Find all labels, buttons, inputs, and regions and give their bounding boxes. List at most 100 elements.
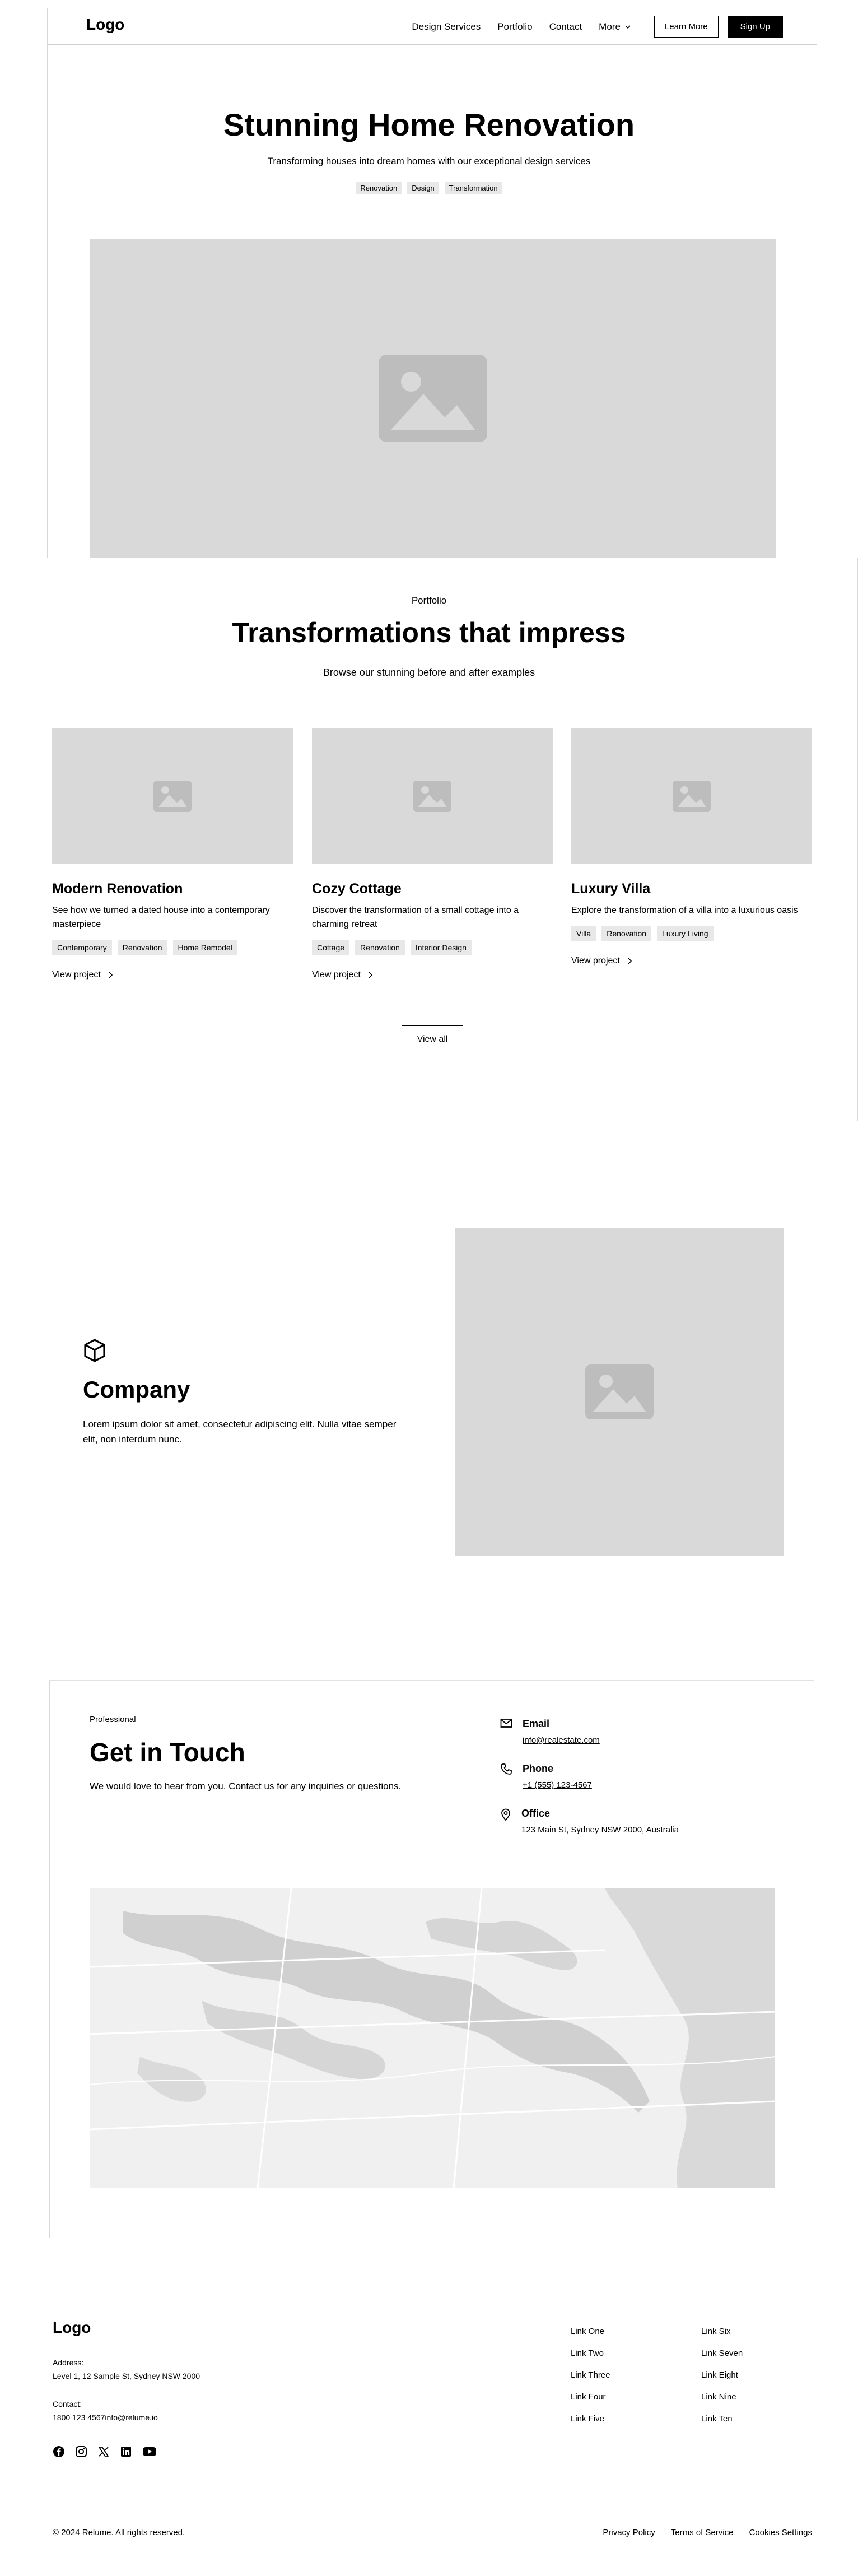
contact-title: Get in Touch — [90, 1738, 245, 1767]
footer-link[interactable]: Link Five — [571, 2414, 610, 2424]
location-map[interactable] — [90, 1888, 775, 2188]
instagram-icon[interactable] — [75, 2445, 87, 2458]
view-project-label: View project — [312, 969, 361, 980]
view-project-link[interactable]: View project — [52, 970, 293, 980]
sign-up-button[interactable]: Sign Up — [727, 16, 783, 38]
footer-link[interactable]: Link One — [571, 2327, 610, 2336]
footer-link[interactable]: Link Eight — [701, 2370, 743, 2380]
hero-tag: Design — [407, 182, 439, 194]
cookies-settings-link[interactable]: Cookies Settings — [749, 2528, 812, 2537]
terms-of-service-link[interactable]: Terms of Service — [671, 2528, 734, 2537]
nav-logo[interactable]: Logo — [86, 16, 124, 34]
project-tag: Cottage — [312, 939, 350, 955]
project-tag: Renovation — [355, 939, 405, 955]
project-card-luxury-villa[interactable]: Luxury Villa Explore the transformation … — [571, 728, 812, 966]
contact-email-label: Email — [523, 1718, 550, 1729]
footer-links-column-2: Link Six Link Seven Link Eight Link Nine… — [701, 2327, 743, 2436]
contact-phone: Phone +1 (555) 123-4567 — [500, 1763, 592, 1790]
image-placeholder-icon — [585, 1364, 654, 1419]
contact-email-link[interactable]: info@realestate.com — [523, 1735, 600, 1745]
contact-eyebrow: Professional — [90, 1715, 136, 1724]
contact-office-label: Office — [521, 1808, 551, 1819]
image-placeholder-icon — [673, 781, 711, 812]
nav-link-contact[interactable]: Contact — [549, 21, 582, 33]
footer-link[interactable]: Link Three — [571, 2370, 610, 2380]
map-graphic — [90, 1888, 775, 2188]
project-image — [571, 728, 812, 864]
view-project-link[interactable]: View project — [312, 970, 553, 980]
project-tags: Contemporary Renovation Home Remodel — [52, 939, 293, 955]
project-card-modern-renovation[interactable]: Modern Renovation See how we turned a da… — [52, 728, 293, 980]
section-divider — [49, 1680, 814, 1681]
project-title: Cozy Cottage — [312, 881, 402, 897]
view-project-link[interactable]: View project — [571, 956, 812, 966]
project-card-cozy-cottage[interactable]: Cozy Cottage Discover the transformation… — [312, 728, 553, 980]
company-title: Company — [83, 1376, 190, 1403]
footer-logo[interactable]: Logo — [53, 2319, 91, 2337]
footer-links-column-1: Link One Link Two Link Three Link Four L… — [571, 2327, 610, 2436]
project-tag: Luxury Living — [657, 925, 714, 941]
x-icon[interactable] — [97, 2445, 110, 2458]
legal-links: Privacy Policy Terms of Service Cookies … — [603, 2528, 812, 2537]
view-all-button[interactable]: View all — [402, 1025, 463, 1053]
image-placeholder-icon — [379, 355, 487, 442]
nav-link-portfolio[interactable]: Portfolio — [497, 21, 532, 33]
learn-more-button[interactable]: Learn More — [654, 16, 719, 38]
portfolio-subtitle: Browse our stunning before and after exa… — [323, 667, 535, 678]
footer-contact[interactable]: 1800 123 4567info@relume.io — [53, 2413, 158, 2422]
project-title: Luxury Villa — [571, 881, 651, 897]
hero-title: Stunning Home Renovation — [223, 107, 635, 142]
company-image — [455, 1228, 784, 1556]
project-description: See how we turned a dated house into a c… — [52, 906, 270, 929]
nav-links: Design Services Portfolio Contact More L… — [412, 16, 783, 38]
view-project-label: View project — [52, 969, 101, 980]
chevron-right-icon — [109, 972, 113, 978]
project-image — [312, 728, 553, 864]
hero-tag: Renovation — [356, 182, 402, 194]
footer-link[interactable]: Link Nine — [701, 2392, 743, 2402]
linkedin-icon[interactable] — [120, 2445, 132, 2458]
project-tag: Villa — [571, 925, 596, 941]
footer-link[interactable]: Link Ten — [701, 2414, 743, 2424]
company-description: Lorem ipsum dolor sit amet, consectetur … — [83, 1419, 397, 1445]
chevron-right-icon — [369, 972, 372, 978]
project-description: Explore the transformation of a villa in… — [571, 906, 798, 915]
contact-office: Office 123 Main St, Sydney NSW 2000, Aus… — [500, 1808, 679, 1835]
privacy-policy-link[interactable]: Privacy Policy — [603, 2528, 655, 2537]
project-tag: Interior Design — [410, 939, 472, 955]
hero-tag: Transformation — [444, 182, 502, 194]
footer-address-label: Address: — [53, 2358, 84, 2367]
project-tag: Renovation — [601, 925, 652, 941]
project-image — [52, 728, 293, 864]
project-tag: Renovation — [117, 939, 167, 955]
project-tags: Villa Renovation Luxury Living — [571, 925, 812, 941]
contact-email: Email info@realestate.com — [500, 1718, 600, 1745]
hero-image — [90, 239, 776, 558]
page-edge-line — [49, 1680, 50, 2238]
contact-phone-link[interactable]: +1 (555) 123-4567 — [523, 1780, 592, 1790]
youtube-icon[interactable] — [142, 2445, 157, 2458]
hero-tags: Renovation Design Transformation — [0, 182, 858, 194]
copyright: © 2024 Relume. All rights reserved. — [53, 2528, 185, 2537]
hero-subtitle: Transforming houses into dream homes wit… — [267, 156, 591, 166]
project-title: Modern Renovation — [52, 881, 183, 897]
navbar: Logo Design Services Portfolio Contact M… — [47, 8, 817, 45]
cube-icon — [83, 1338, 106, 1366]
nav-more-dropdown[interactable]: More — [599, 21, 632, 33]
project-description: Discover the transformation of a small c… — [312, 906, 519, 929]
page-edge-line — [47, 8, 48, 558]
footer-address: Level 1, 12 Sample St, Sydney NSW 2000 — [53, 2371, 200, 2380]
footer-link[interactable]: Link Two — [571, 2348, 610, 2358]
project-tag: Home Remodel — [172, 939, 237, 955]
footer-link[interactable]: Link Four — [571, 2392, 610, 2402]
footer-link[interactable]: Link Seven — [701, 2348, 743, 2358]
contact-office-address: 123 Main St, Sydney NSW 2000, Australia — [521, 1825, 679, 1835]
facebook-icon[interactable] — [53, 2445, 65, 2458]
social-links — [53, 2445, 157, 2458]
nav-more-label: More — [599, 21, 621, 32]
footer-contact-label: Contact: — [53, 2399, 82, 2408]
footer-link[interactable]: Link Six — [701, 2327, 743, 2336]
view-project-label: View project — [571, 955, 620, 966]
chevron-right-icon — [628, 958, 632, 964]
nav-link-design-services[interactable]: Design Services — [412, 21, 481, 33]
